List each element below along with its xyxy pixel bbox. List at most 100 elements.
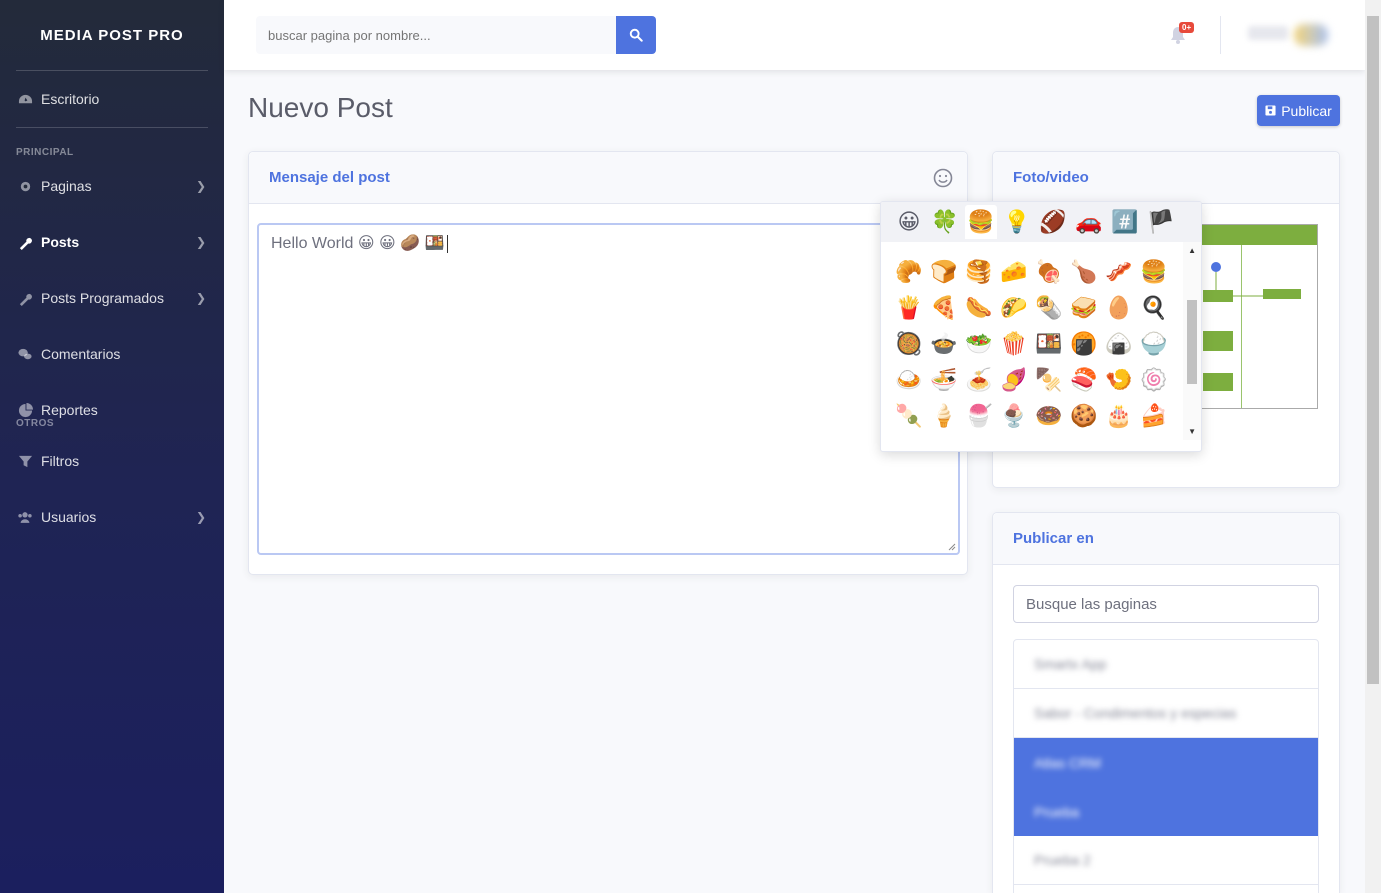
emoji-item[interactable]: 🍗 xyxy=(1070,258,1098,286)
emoji-item[interactable]: 🍰 xyxy=(1140,402,1168,430)
emoji-item[interactable]: 🍖 xyxy=(1035,258,1063,286)
sidebar-item-paginas[interactable]: Paginas ❯ xyxy=(0,158,224,214)
emoji-item[interactable]: 🎂 xyxy=(1105,402,1133,430)
emoji-item[interactable]: 🍪 xyxy=(1070,402,1098,430)
emoji-item[interactable]: 🌮 xyxy=(1000,294,1028,322)
pie-chart-icon xyxy=(17,402,33,418)
emoji-item[interactable]: 🍕 xyxy=(930,294,958,322)
brand-logo[interactable]: MEDIA POST PRO xyxy=(0,0,224,70)
emoji-item[interactable]: 🍩 xyxy=(1035,402,1063,430)
emoji-tab-travel[interactable]: 🚗 xyxy=(1073,205,1105,239)
sidebar: MEDIA POST PRO Escritorio PRINCIPAL Pagi… xyxy=(0,0,224,893)
emoji-tab-objects[interactable]: 💡 xyxy=(1001,205,1033,239)
emoji-row: 🍡 🍦 🍧 🍨 🍩 🍪 🎂 🍰 xyxy=(881,398,1185,434)
emoji-item[interactable]: 🍦 xyxy=(930,402,958,430)
scroll-up-icon[interactable]: ▲ xyxy=(1188,246,1196,255)
emoji-item[interactable]: 🍿 xyxy=(1000,330,1028,358)
emoji-item[interactable]: 🥗 xyxy=(965,330,993,358)
text-cursor xyxy=(447,234,449,253)
sidebar-item-posts-programados[interactable]: Posts Programados ❯ xyxy=(0,270,224,326)
sidebar-item-posts[interactable]: Posts ❯ xyxy=(0,214,224,270)
emoji-category-tabs: 😀 🍀 🍔 💡 🏈 🚗 #️⃣ 🏴 xyxy=(881,202,1201,242)
emoji-item[interactable]: 🌯 xyxy=(1035,294,1063,322)
emoji-item[interactable]: 🍲 xyxy=(930,330,958,358)
emoji-item[interactable]: 🧀 xyxy=(1000,258,1028,286)
emoji-item[interactable]: 🍠 xyxy=(1000,366,1028,394)
emoji-item[interactable]: 🍔 xyxy=(1140,258,1168,286)
emoji-item[interactable]: 🌭 xyxy=(965,294,993,322)
sidebar-item-escritorio[interactable]: Escritorio xyxy=(0,71,224,127)
avatar[interactable] xyxy=(1294,24,1328,46)
emoji-scrollbar-thumb[interactable] xyxy=(1187,300,1197,384)
emoji-item[interactable]: 🍧 xyxy=(965,402,993,430)
page-option-selected[interactable]: Atlas CRM xyxy=(1014,738,1318,787)
emoji-item[interactable]: 🍟 xyxy=(895,294,923,322)
sidebar-item-comentarios[interactable]: Comentarios xyxy=(0,326,224,382)
page-option-selected[interactable]: Prueba xyxy=(1014,787,1318,836)
user-name-blurred[interactable] xyxy=(1248,26,1288,40)
emoji-tab-flags[interactable]: 🏴 xyxy=(1145,205,1177,239)
emoji-item[interactable]: 🥪 xyxy=(1070,294,1098,322)
emoji-picker: 😀 🍀 🍔 💡 🏈 🚗 #️⃣ 🏴 🥐 🍞 🥞 🧀 🍖 🍗 🥓 🍔 🍟 🍕 🌭 … xyxy=(880,201,1202,452)
chevron-right-icon: ❯ xyxy=(195,179,206,193)
notification-badge: 0+ xyxy=(1179,22,1195,33)
emoji-item[interactable]: 🍡 xyxy=(895,402,923,430)
emoji-tab-nature[interactable]: 🍀 xyxy=(929,205,961,239)
chevron-right-icon: ❯ xyxy=(195,291,206,305)
sidebar-item-filtros[interactable]: Filtros xyxy=(0,433,224,489)
emoji-item[interactable]: 🥐 xyxy=(895,258,923,286)
emoji-tab-symbols[interactable]: #️⃣ xyxy=(1109,205,1141,239)
pages-search-input[interactable]: Busque las paginas xyxy=(1013,585,1319,623)
publish-in-card-header: Publicar en xyxy=(993,513,1339,565)
emoji-item[interactable]: 🍘 xyxy=(1070,330,1098,358)
emoji-item[interactable]: 🥓 xyxy=(1105,258,1133,286)
chevron-right-icon: ❯ xyxy=(195,510,206,524)
emoji-grid: 🥐 🍞 🥞 🧀 🍖 🍗 🥓 🍔 🍟 🍕 🌭 🌮 🌯 🥪 🥚 🍳 🥘 🍲 🥗 🍿 xyxy=(881,242,1185,451)
post-message-textarea[interactable]: Hello World 😀 😀 🥔 🍱 xyxy=(257,223,960,555)
emoji-item[interactable]: 🥚 xyxy=(1105,294,1133,322)
sidebar-item-label: Paginas xyxy=(41,178,92,194)
photo-preview-image[interactable] xyxy=(1200,224,1318,409)
search-input[interactable] xyxy=(256,16,616,54)
sidebar-item-reportes[interactable]: Reportes xyxy=(0,382,224,438)
publish-in-card-title: Publicar en xyxy=(1013,530,1094,547)
emoji-item[interactable]: 🥘 xyxy=(895,330,923,358)
emoji-item[interactable]: 🍳 xyxy=(1140,294,1168,322)
emoji-tab-food[interactable]: 🍔 xyxy=(965,205,997,239)
topbar: 0+ xyxy=(224,0,1365,70)
publish-button[interactable]: Publicar xyxy=(1257,95,1340,126)
emoji-item[interactable]: 🍤 xyxy=(1105,366,1133,394)
emoji-item[interactable]: 🍣 xyxy=(1070,366,1098,394)
emoji-item[interactable]: 🍨 xyxy=(1000,402,1028,430)
page-option[interactable]: Prueba 2 xyxy=(1014,836,1318,885)
pages-search-placeholder: Busque las paginas xyxy=(1026,595,1157,613)
emoji-item[interactable]: 🍙 xyxy=(1105,330,1133,358)
emoji-item[interactable]: 🍛 xyxy=(895,366,923,394)
page-scrollbar-thumb[interactable] xyxy=(1367,16,1379,684)
pages-select-list[interactable]: Smartx App Sabor - Condimentos y especia… xyxy=(1013,639,1319,893)
sidebar-item-label: Reportes xyxy=(41,402,98,418)
emoji-item[interactable]: 🍥 xyxy=(1140,366,1168,394)
publish-in-card: Publicar en Busque las paginas Smartx Ap… xyxy=(992,512,1340,893)
emoji-item[interactable]: 🍚 xyxy=(1140,330,1168,358)
page-option-label: Prueba xyxy=(1034,803,1080,820)
resize-handle-icon[interactable] xyxy=(948,543,956,551)
scroll-down-icon[interactable]: ▼ xyxy=(1188,427,1196,436)
sidebar-item-usuarios[interactable]: Usuarios ❯ xyxy=(0,489,224,545)
emoji-tab-activity[interactable]: 🏈 xyxy=(1037,205,1069,239)
sidebar-item-label: Filtros xyxy=(41,453,80,469)
emoji-item[interactable]: 🍜 xyxy=(930,366,958,394)
emoji-item[interactable]: 🍢 xyxy=(1035,366,1063,394)
emoji-item[interactable]: 🍞 xyxy=(930,258,958,286)
search-button[interactable] xyxy=(616,16,656,54)
emoji-item[interactable]: 🥞 xyxy=(965,258,993,286)
emoji-tab-smileys[interactable]: 😀 xyxy=(893,205,925,239)
page-option[interactable]: Smartx App xyxy=(1014,640,1318,689)
emoji-item[interactable]: 🍝 xyxy=(965,366,993,394)
emoji-item[interactable]: 🍱 xyxy=(1035,330,1063,358)
emoji-row: 🥐 🍞 🥞 🧀 🍖 🍗 🥓 🍔 xyxy=(881,254,1185,290)
save-icon xyxy=(1265,105,1276,116)
smiley-icon[interactable] xyxy=(933,168,953,188)
emoji-row: 🍛 🍜 🍝 🍠 🍢 🍣 🍤 🍥 xyxy=(881,362,1185,398)
page-option[interactable]: Sabor - Condimentos y especias xyxy=(1014,689,1318,738)
